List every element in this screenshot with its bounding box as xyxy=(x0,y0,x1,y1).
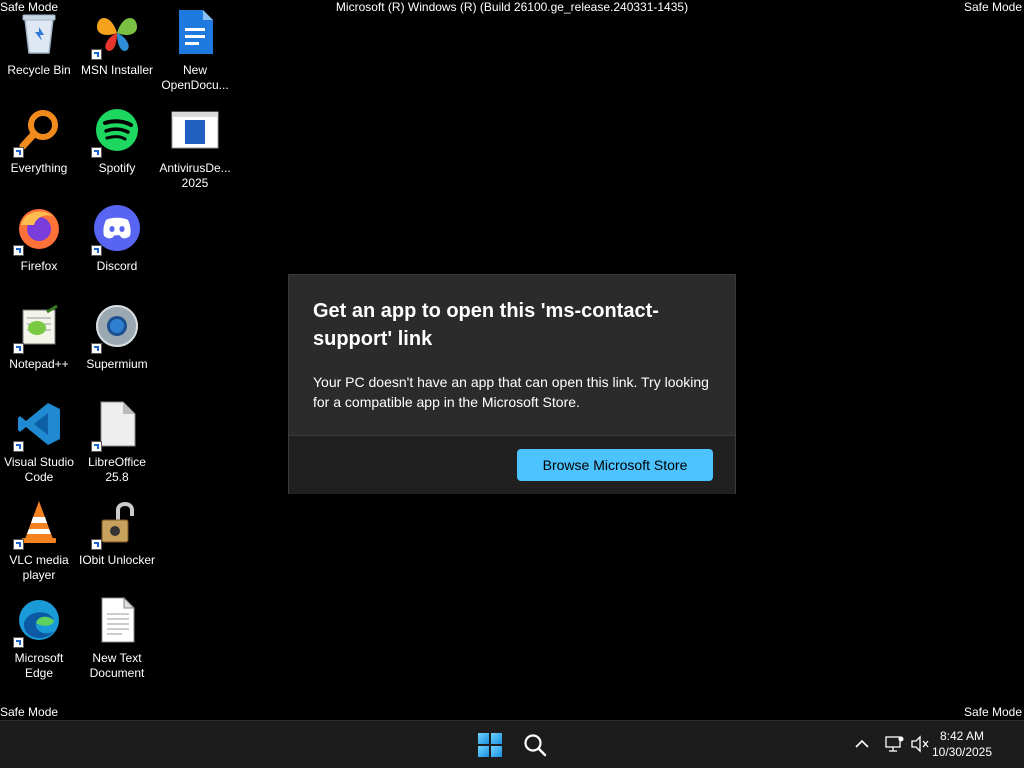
clock-time: 8:42 AM xyxy=(939,729,985,743)
magnifier-icon xyxy=(13,104,65,158)
firefox-icon xyxy=(13,202,65,256)
desktop-icon-msn-installer[interactable]: MSN Installer xyxy=(78,2,156,98)
taskbar: 8:42 AM 10/30/2025 xyxy=(0,720,1024,768)
clock[interactable]: 8:42 AM 10/30/2025 xyxy=(922,728,1002,760)
desktop: Safe Mode Microsoft (R) Windows (R) (Bui… xyxy=(0,0,1024,720)
shortcut-arrow-icon xyxy=(13,441,24,452)
shortcut-arrow-icon xyxy=(13,245,24,256)
safe-mode-watermark: Safe Mode xyxy=(963,705,1022,719)
shortcut-arrow-icon xyxy=(91,49,102,60)
dialog-footer: Browse Microsoft Store xyxy=(289,435,735,494)
libreoffice-icon xyxy=(91,398,143,452)
vscode-icon xyxy=(13,398,65,452)
dialog-title: Get an app to open this 'ms-contact-supp… xyxy=(313,300,659,350)
browse-store-button[interactable]: Browse Microsoft Store xyxy=(517,449,713,481)
desktop-icon-notepadpp[interactable]: Notepad++ xyxy=(0,296,78,392)
safe-mode-watermark: Safe Mode xyxy=(963,0,1022,14)
desktop-icon-spotify[interactable]: Spotify xyxy=(78,100,156,196)
shortcut-arrow-icon xyxy=(13,343,24,354)
shortcut-arrow-icon xyxy=(13,539,24,550)
desktop-icon-firefox[interactable]: Firefox xyxy=(0,198,78,294)
edge-icon xyxy=(13,594,65,648)
network-icon[interactable] xyxy=(883,733,905,755)
desktop-icon-recycle-bin[interactable]: Recycle Bin xyxy=(0,2,78,98)
desktop-icon-iobit-unlocker[interactable]: IObit Unlocker xyxy=(78,492,156,588)
desktop-icon-new-opendocument[interactable]: New OpenDocu... xyxy=(156,2,234,98)
vlc-cone-icon xyxy=(13,496,65,550)
windows-logo-icon xyxy=(478,733,502,757)
notepadpp-icon xyxy=(13,300,65,354)
shortcut-arrow-icon xyxy=(91,539,102,550)
dialog-message: Your PC doesn't have an app that can ope… xyxy=(313,374,709,410)
shortcut-arrow-icon xyxy=(91,147,102,158)
document-icon xyxy=(169,6,221,58)
safe-mode-watermark: Safe Mode xyxy=(0,705,59,719)
start-button[interactable] xyxy=(472,727,508,763)
desktop-icon-antivirus[interactable]: AntivirusDe... 2025 xyxy=(156,100,234,196)
shortcut-arrow-icon xyxy=(91,343,102,354)
open-link-dialog: Get an app to open this 'ms-contact-supp… xyxy=(288,274,736,494)
desktop-icon-edge[interactable]: Microsoft Edge xyxy=(0,590,78,686)
padlock-icon xyxy=(91,496,143,550)
desktop-icon-discord[interactable]: Discord xyxy=(78,198,156,294)
shortcut-arrow-icon xyxy=(13,637,24,648)
shortcut-arrow-icon xyxy=(91,441,102,452)
supermium-icon xyxy=(91,300,143,354)
search-icon xyxy=(524,734,547,757)
discord-icon xyxy=(91,202,143,256)
desktop-icon-vlc[interactable]: VLC media player xyxy=(0,492,78,588)
spotify-icon xyxy=(91,104,143,158)
chevron-up-icon[interactable] xyxy=(851,733,873,755)
msn-butterfly-icon xyxy=(91,6,143,60)
installer-window-icon xyxy=(169,104,221,156)
desktop-icon-supermium[interactable]: Supermium xyxy=(78,296,156,392)
desktop-icon-vscode[interactable]: Visual Studio Code xyxy=(0,394,78,490)
text-file-icon xyxy=(91,594,143,646)
shortcut-arrow-icon xyxy=(91,245,102,256)
search-button[interactable] xyxy=(517,727,553,763)
desktop-icon-everything[interactable]: Everything xyxy=(0,100,78,196)
shortcut-arrow-icon xyxy=(13,147,24,158)
recycle-bin-icon xyxy=(13,6,65,58)
desktop-icon-new-text-document[interactable]: New Text Document xyxy=(78,590,156,686)
desktop-icon-libreoffice[interactable]: LibreOffice 25.8 xyxy=(78,394,156,490)
clock-date: 10/30/2025 xyxy=(931,745,993,759)
